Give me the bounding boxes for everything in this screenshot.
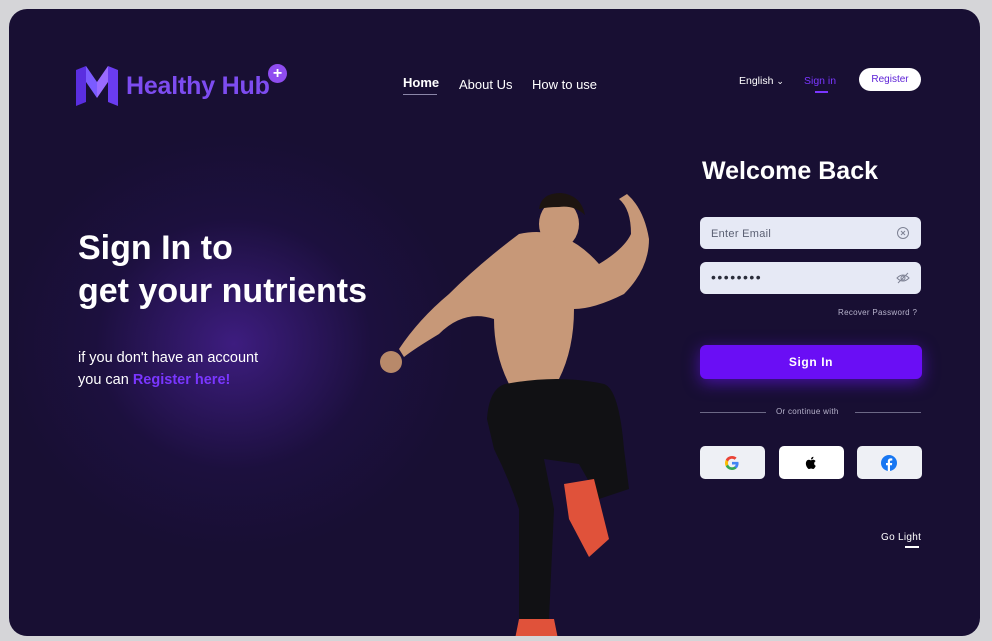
go-light-toggle[interactable]: Go Light <box>881 532 921 543</box>
logo-mark-icon <box>76 66 118 106</box>
password-field[interactable]: •••••••• <box>700 262 921 294</box>
clear-icon[interactable] <box>896 226 910 240</box>
apple-icon <box>805 456 816 470</box>
signin-underline <box>815 91 828 93</box>
apple-signin-button[interactable] <box>779 446 844 479</box>
nav-how-to-use[interactable]: How to use <box>532 77 597 92</box>
nav-about-us[interactable]: About Us <box>459 77 512 92</box>
athlete-image <box>380 193 649 636</box>
hero-title-line2: get your nutrients <box>78 272 368 310</box>
language-label: English <box>739 75 774 87</box>
email-placeholder: Enter Email <box>711 228 772 240</box>
nav-home[interactable]: Home <box>403 75 439 90</box>
register-here-link[interactable]: Register here! <box>133 372 231 388</box>
email-field[interactable]: Enter Email <box>700 217 921 249</box>
register-button[interactable]: Register <box>859 68 921 91</box>
eye-off-icon[interactable] <box>896 271 910 285</box>
go-light-underline <box>905 546 919 548</box>
hero-subtitle-prefix: you can <box>78 372 129 388</box>
sign-in-button[interactable]: Sign In <box>700 345 922 379</box>
facebook-icon <box>881 455 897 471</box>
facebook-signin-button[interactable] <box>857 446 922 479</box>
logo[interactable]: Healthy Hub + <box>76 64 287 106</box>
google-signin-button[interactable] <box>700 446 765 479</box>
divider-left <box>700 412 766 413</box>
app-window: Healthy Hub + Home About Us How to use E… <box>9 9 980 636</box>
hero-subtitle-line1: if you don't have an account <box>78 350 259 366</box>
recover-password-link[interactable]: Recover Password ? <box>838 308 917 317</box>
welcome-heading: Welcome Back <box>702 157 879 185</box>
plus-icon: + <box>268 64 287 83</box>
hero-title-line1: Sign In to <box>78 229 233 267</box>
password-mask: •••••••• <box>711 269 763 285</box>
header-signin-link[interactable]: Sign in <box>804 75 836 87</box>
language-selector[interactable]: English ⌄ <box>739 75 784 87</box>
divider-right <box>855 412 921 413</box>
hero-title: Sign In to get your nutrients <box>78 227 367 313</box>
google-icon <box>725 456 739 470</box>
or-continue-with-text: Or continue with <box>776 407 839 416</box>
chevron-down-icon: ⌄ <box>776 76 784 86</box>
hero-subtitle: if you don't have an account you can Reg… <box>78 347 258 391</box>
nav-active-underline <box>403 94 437 95</box>
brand-name: Healthy Hub <box>126 71 270 100</box>
